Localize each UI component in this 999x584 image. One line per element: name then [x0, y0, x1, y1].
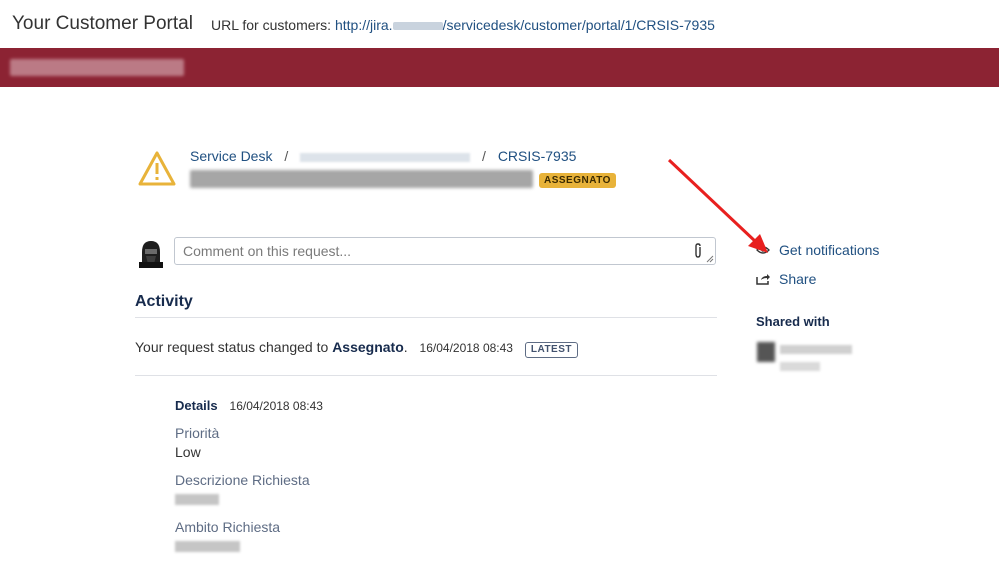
field-label-scope: Ambito Richiesta	[175, 519, 281, 535]
customer-url-row: URL for customers: http://jira./serviced…	[211, 17, 715, 33]
comment-input[interactable]	[181, 242, 685, 260]
redacted-description-value	[175, 494, 219, 505]
portal-title: Your Customer Portal	[12, 13, 193, 34]
annotation-arrow	[667, 158, 768, 253]
details-label: Details	[175, 398, 218, 413]
avatar	[139, 241, 163, 268]
field-label-description: Descrizione Richiesta	[175, 472, 310, 488]
breadcrumb-separator: /	[482, 148, 486, 164]
share-icon	[756, 274, 770, 285]
warning-icon	[138, 151, 176, 186]
share-label: Share	[779, 271, 817, 287]
customer-url-link[interactable]: http://jira./servicedesk/customer/portal…	[335, 17, 715, 33]
redacted-request-title	[190, 170, 533, 188]
activity-divider	[135, 317, 717, 318]
status-badge: ASSEGNATO	[539, 173, 616, 188]
activity-divider	[135, 375, 717, 376]
field-value-priority: Low	[175, 444, 201, 460]
activity-timestamp: 16/04/2018 08:43	[419, 341, 513, 355]
portal-header: Your Customer Portal URL for customers: …	[0, 0, 999, 48]
field-label-priority: Priorità	[175, 425, 220, 441]
get-notifications-label: Get notifications	[779, 242, 880, 258]
comment-field[interactable]	[174, 237, 716, 265]
latest-badge: LATEST	[524, 342, 579, 358]
redacted-scope-value	[175, 541, 240, 552]
customer-url-label: URL for customers:	[211, 17, 332, 33]
breadcrumb-separator: /	[284, 148, 289, 164]
shared-with-heading: Shared with	[756, 314, 830, 329]
status-value: Assegnato	[332, 339, 404, 355]
share-link[interactable]: Share	[756, 271, 816, 287]
details-header: Details 16/04/2018 08:43	[175, 397, 323, 413]
details-timestamp: 16/04/2018 08:43	[229, 399, 323, 413]
breadcrumb-issue-key[interactable]: CRSIS-7935	[498, 148, 577, 164]
redacted-shared-user-name	[780, 362, 820, 371]
activity-status-change: Your request status changed to Assegnato…	[135, 339, 579, 358]
portal-banner	[0, 48, 999, 87]
breadcrumb: Service Desk / / CRSIS-7935	[190, 148, 576, 164]
redacted-portal-name	[10, 59, 184, 76]
breadcrumb-redacted-portal[interactable]	[300, 152, 471, 162]
breadcrumb-service-desk[interactable]: Service Desk	[190, 148, 272, 164]
redacted-shared-user-name	[780, 345, 852, 354]
activity-heading: Activity	[135, 293, 193, 310]
shared-user-avatar	[757, 342, 775, 362]
